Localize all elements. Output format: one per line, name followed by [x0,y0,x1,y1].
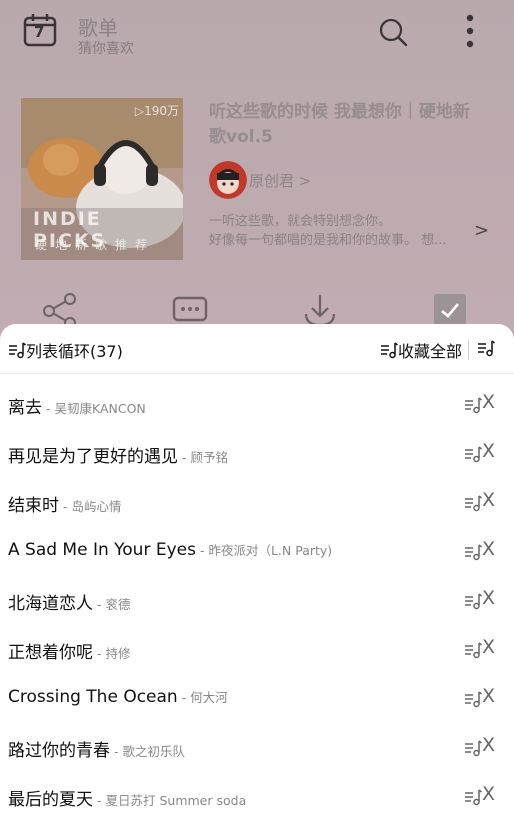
queue-icon[interactable] [477,339,495,357]
song-text: 再见是为了更好的遇见 - 顾予铭 [8,442,228,467]
song-text: 离去 - 吴韧康KANCON [8,393,146,418]
song-title: 北海道恋人 [8,594,93,614]
song-row[interactable]: 离去 - 吴韧康KANCON X [0,381,514,430]
song-artist: - 昨夜派对（L.N Party) [199,543,333,558]
song-artist: - 衮德 [97,597,131,612]
add-to-playlist-icon[interactable] [464,690,482,708]
chevron-right-icon[interactable]: > [474,220,489,241]
download-icon[interactable] [302,292,338,328]
song-title: 再见是为了更好的遇见 [8,447,178,467]
repeat-list-icon [9,342,26,359]
remove-song-button[interactable]: X [482,391,495,413]
remove-song-button[interactable]: X [482,636,495,658]
song-title: 正想着你呢 [8,643,93,663]
collect-icon [381,342,398,359]
calendar-day: 7 [34,23,45,41]
song-text: 路过你的青春 - 歌之初乐队 [8,736,185,761]
song-list: 离去 - 吴韧康KANCON X 再见是为了更好的遇见 - 顾予铭 X 结束时 - 岛… [0,381,514,816]
song-text: 正想着你呢 - 持修 [8,638,130,663]
song-row[interactable]: Crossing The Ocean - 何大河 X [0,675,514,724]
collect-all-label: 收藏全部 [398,342,463,361]
cover-subtitle: 硬地新歌推荐 [35,238,156,252]
song-title: 最后的夏天 [8,790,93,810]
song-row[interactable]: A Sad Me In Your Eyes - 昨夜派对（L.N Party) X [0,528,514,577]
song-title: 路过你的青春 [8,741,110,761]
song-artist: - 顾予铭 [182,450,228,465]
remove-song-button[interactable]: X [482,685,495,707]
more-vertical-icon[interactable] [460,13,480,49]
song-text: 北海道恋人 - 衮德 [8,589,130,614]
song-artist: - 持修 [97,646,131,661]
song-text: 结束时 - 岛屿心情 [8,491,121,516]
song-row[interactable]: 北海道恋人 - 衮德 X [0,577,514,626]
page-title: 歌单 [78,16,118,40]
song-artist: - 岛屿心情 [63,499,122,514]
header-divider [468,340,469,360]
playlist-description[interactable]: 一听这些歌，就会特别想念你。 好像每一句都唱的是我和你的故事。 想... [209,212,469,250]
remove-song-button[interactable]: X [482,734,495,756]
check-icon[interactable] [434,294,466,326]
song-row[interactable]: 最后的夏天 - 夏日苏打 Summer soda X [0,773,514,816]
collect-all-button[interactable]: 收藏全部 [380,338,462,362]
creator-name-link[interactable]: 原创君 > [249,170,311,191]
add-to-playlist-icon[interactable] [464,445,482,463]
share-icon[interactable] [42,292,78,328]
add-to-playlist-icon[interactable] [464,494,482,512]
song-row[interactable]: 再见是为了更好的遇见 - 顾予铭 X [0,430,514,479]
add-to-playlist-icon[interactable] [464,739,482,757]
playlist-title: 听这些歌的时候 我最想你｜硬地新歌vol.5 [209,102,470,147]
song-artist: - 吴韧康KANCON [46,401,146,416]
remove-song-button[interactable]: X [482,783,495,805]
search-icon[interactable] [378,17,408,47]
remove-song-button[interactable]: X [482,489,495,511]
play-mode-button[interactable]: 列表循环(37) [8,338,123,362]
play-queue-sheet: 列表循环(37) 收藏全部 离去 - 吴韧康KANCON X 再见是为了更好的遇… [0,324,514,816]
add-to-playlist-icon[interactable] [464,788,482,806]
comment-icon[interactable] [172,296,208,326]
add-to-playlist-icon[interactable] [464,396,482,414]
add-to-playlist-icon[interactable] [464,592,482,610]
add-to-playlist-icon[interactable] [464,543,482,561]
play-count: ▷190万 [134,104,179,118]
song-title: A Sad Me In Your Eyes [8,540,196,560]
remove-song-button[interactable]: X [482,538,495,560]
song-text: 最后的夏天 - 夏日苏打 Summer soda [8,785,246,810]
song-title: 结束时 [8,496,59,516]
song-row[interactable]: 结束时 - 岛屿心情 X [0,479,514,528]
playlist-cover[interactable]: ▷190万 INDIE PICKS 硬地新歌推荐 [21,98,183,260]
remove-song-button[interactable]: X [482,587,495,609]
song-artist: - 夏日苏打 Summer soda [97,793,247,808]
top-bar: 7 歌单 猜你喜欢 [0,0,514,64]
add-to-playlist-icon[interactable] [464,641,482,659]
remove-song-button[interactable]: X [482,440,495,462]
song-text: A Sad Me In Your Eyes - 昨夜派对（L.N Party) [8,540,332,560]
song-title: 离去 [8,398,42,418]
play-mode-label: 列表循环(37) [26,342,123,361]
page-subtitle: 猜你喜欢 [78,41,134,57]
creator-avatar[interactable] [209,161,247,199]
song-row[interactable]: 路过你的青春 - 歌之初乐队 X [0,724,514,773]
song-text: Crossing The Ocean - 何大河 [8,687,228,707]
song-row[interactable]: 正想着你呢 - 持修 X [0,626,514,675]
description-line-2: 好像每一句都唱的是我和你的故事。 想... [209,233,447,248]
song-title: Crossing The Ocean [8,687,178,707]
song-artist: - 歌之初乐队 [114,744,185,759]
queue-header: 列表循环(37) 收藏全部 [0,324,514,374]
song-artist: - 何大河 [181,690,228,705]
description-line-1: 一听这些歌，就会特别想念你。 [209,214,392,229]
